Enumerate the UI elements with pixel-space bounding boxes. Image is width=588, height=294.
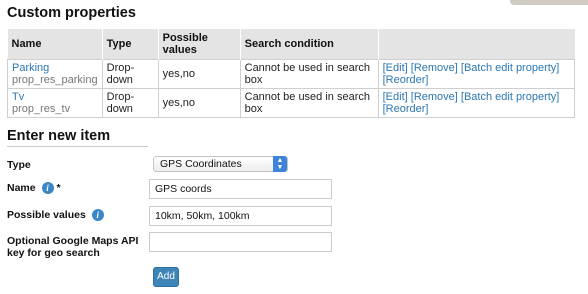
- api-key-label-line1: Optional Google Maps API: [7, 235, 139, 247]
- type-select-value: GPS Coordinates: [160, 158, 242, 170]
- section-title-enter-new-item: Enter new item: [7, 128, 111, 144]
- property-key: prop_res_tv: [12, 103, 71, 115]
- column-header-name: Name: [7, 29, 103, 60]
- cell-search-condition: Cannot be used in search box: [239, 88, 379, 118]
- batch-edit-property-link[interactable]: [Batch edit property]: [461, 62, 559, 74]
- possible-values-field[interactable]: [149, 206, 332, 226]
- name-label: Name: [7, 182, 36, 194]
- cell-actions: [Edit] [Remove] [Batch edit property] [R…: [377, 88, 576, 118]
- cell-possible-values: yes,no: [157, 59, 241, 89]
- cell-type: Drop-down: [101, 59, 159, 89]
- top-tab-decoration: [510, 0, 588, 5]
- api-key-label: Optional Google Maps API key for geo sea…: [7, 235, 138, 259]
- possible-values-label: Possible values: [7, 209, 86, 221]
- section-divider: [7, 146, 148, 147]
- add-button[interactable]: Add: [153, 267, 179, 287]
- api-key-label-line2: key for geo search: [7, 247, 100, 259]
- cell-type: Drop-down: [101, 88, 159, 118]
- cell-actions: [Edit] [Remove] [Batch edit property] [R…: [377, 59, 576, 89]
- custom-properties-table: Name Type Possible values Search conditi…: [7, 29, 576, 118]
- column-header-possible-values: Possible values: [157, 29, 241, 60]
- column-header-actions: [377, 29, 575, 60]
- remove-link[interactable]: [Remove]: [411, 91, 458, 103]
- edit-link[interactable]: [Edit]: [383, 91, 408, 103]
- property-key: prop_res_parking: [12, 74, 98, 86]
- property-name-link[interactable]: Parking: [12, 62, 98, 74]
- name-field[interactable]: [149, 179, 332, 199]
- cell-name: Tv prop_res_tv: [7, 88, 103, 118]
- api-key-field[interactable]: [149, 232, 332, 252]
- reorder-link[interactable]: [Reorder]: [383, 103, 429, 115]
- edit-link[interactable]: [Edit]: [383, 62, 408, 74]
- column-header-search-condition: Search condition: [239, 29, 379, 60]
- chevron-updown-icon: ▲ ▼: [273, 156, 287, 172]
- required-mark: *: [56, 182, 61, 194]
- possible-values-label-row: Possible values i: [7, 209, 104, 222]
- column-header-type: Type: [101, 29, 159, 60]
- cell-name: Parking prop_res_parking: [7, 59, 103, 89]
- table-row: Parking prop_res_parking Drop-down yes,n…: [7, 59, 576, 89]
- property-name-link[interactable]: Tv: [12, 91, 98, 103]
- batch-edit-property-link[interactable]: [Batch edit property]: [461, 91, 559, 103]
- table-row: Tv prop_res_tv Drop-down yes,no Cannot b…: [7, 88, 576, 118]
- remove-link[interactable]: [Remove]: [411, 62, 458, 74]
- name-label-row: Name i *: [7, 182, 61, 195]
- type-select[interactable]: GPS Coordinates ▲ ▼: [153, 156, 288, 172]
- info-icon[interactable]: i: [41, 182, 54, 195]
- type-label: Type: [7, 159, 31, 171]
- cell-search-condition: Cannot be used in search box: [239, 59, 379, 89]
- reorder-link[interactable]: [Reorder]: [383, 74, 429, 86]
- info-icon[interactable]: i: [91, 209, 104, 222]
- section-title-custom-properties: Custom properties: [7, 5, 136, 21]
- cell-possible-values: yes,no: [157, 88, 241, 118]
- table-header-row: Name Type Possible values Search conditi…: [7, 29, 575, 60]
